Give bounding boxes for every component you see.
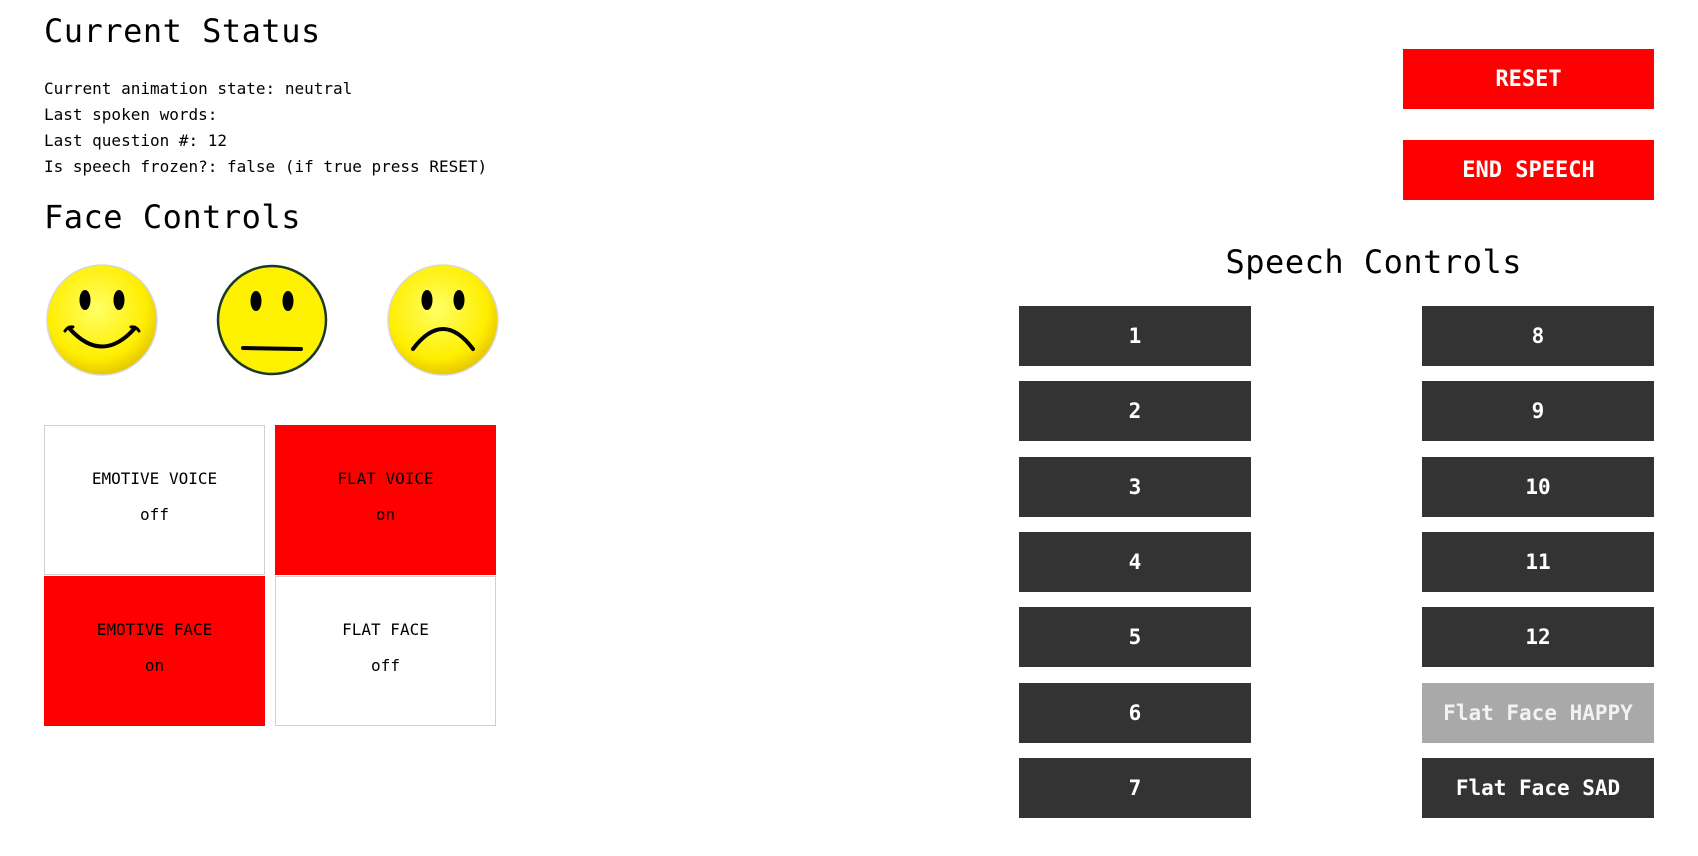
flat-voice-state: on (375, 505, 396, 524)
neutral-face-icon (216, 264, 328, 376)
flat-face-sad-button[interactable]: Flat Face SAD (1422, 758, 1654, 818)
current-status-title: Current Status (44, 12, 321, 50)
speech-button-12[interactable]: 12 (1422, 607, 1654, 667)
emotive-voice-toggle[interactable]: EMOTIVE VOICE off (44, 425, 265, 575)
emotive-voice-state: off (140, 505, 169, 524)
face-controls-title: Face Controls (44, 198, 301, 236)
speech-controls-title: Speech Controls (1225, 243, 1522, 281)
emotive-face-toggle[interactable]: EMOTIVE FACE on (44, 576, 265, 726)
speech-button-1[interactable]: 1 (1019, 306, 1251, 366)
sad-face-icon (387, 264, 499, 376)
speech-button-8[interactable]: 8 (1422, 306, 1654, 366)
emotive-face-state: on (144, 656, 165, 675)
speech-button-9[interactable]: 9 (1422, 381, 1654, 441)
speech-button-5[interactable]: 5 (1019, 607, 1251, 667)
neutral-face-button[interactable] (215, 263, 329, 377)
speech-frozen-line: Is speech frozen?: false (if true press … (44, 157, 488, 176)
speech-button-7[interactable]: 7 (1019, 758, 1251, 818)
emotive-face-label: EMOTIVE FACE (96, 620, 213, 639)
last-question-line: Last question #: 12 (44, 131, 228, 150)
flat-face-toggle[interactable]: FLAT FACE off (275, 576, 496, 726)
speech-button-2[interactable]: 2 (1019, 381, 1251, 441)
voice-face-toggle-grid: EMOTIVE VOICE off FLAT VOICE on EMOTIVE … (44, 425, 496, 727)
flat-voice-toggle[interactable]: FLAT VOICE on (275, 425, 496, 575)
last-spoken-words-line: Last spoken words: (44, 105, 218, 124)
reset-button[interactable]: RESET (1403, 49, 1654, 109)
flat-voice-label: FLAT VOICE (337, 469, 434, 488)
sad-face-button[interactable] (386, 263, 500, 377)
animation-state-line: Current animation state: neutral (44, 79, 353, 98)
flat-face-label: FLAT FACE (342, 620, 429, 639)
happy-face-button[interactable] (45, 263, 159, 377)
speech-button-6[interactable]: 6 (1019, 683, 1251, 743)
flat-face-happy-button[interactable]: Flat Face HAPPY (1422, 683, 1654, 743)
end-speech-button[interactable]: END SPEECH (1403, 140, 1654, 200)
status-info: Current animation state: neutral Last sp… (44, 76, 487, 180)
happy-face-icon (46, 264, 158, 376)
speech-button-3[interactable]: 3 (1019, 457, 1251, 517)
speech-button-10[interactable]: 10 (1422, 457, 1654, 517)
flat-face-state: off (371, 656, 400, 675)
speech-button-11[interactable]: 11 (1422, 532, 1654, 592)
emotive-voice-label: EMOTIVE VOICE (91, 469, 218, 488)
speech-button-4[interactable]: 4 (1019, 532, 1251, 592)
